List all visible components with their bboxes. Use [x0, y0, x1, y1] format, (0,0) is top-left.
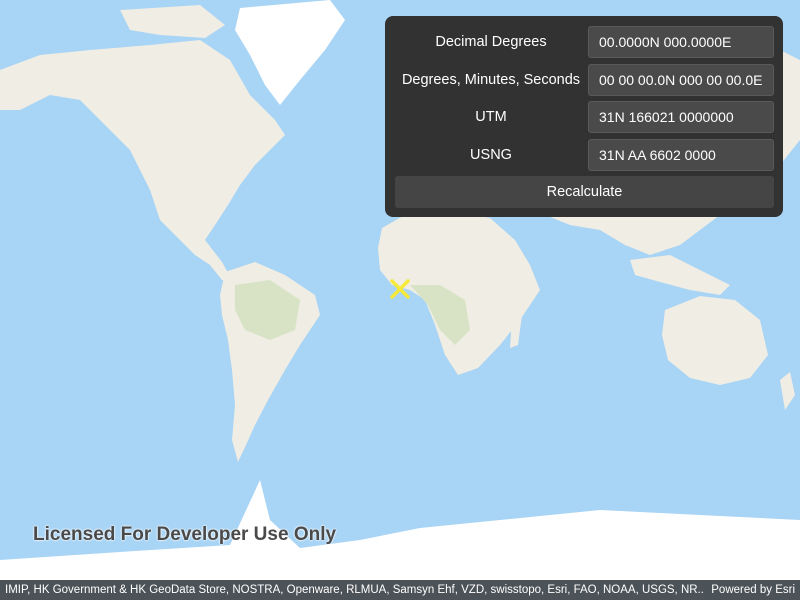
- attribution-text[interactable]: IMIP, HK Government & HK GeoData Store, …: [5, 584, 705, 596]
- usng-row: USNG 31N AA 6602 0000: [395, 139, 774, 171]
- dms-label: Degrees, Minutes, Seconds: [401, 72, 581, 88]
- decimal-degrees-field[interactable]: 00.0000N 000.0000E: [588, 26, 774, 58]
- developer-watermark: Licensed For Developer Use Only: [33, 524, 337, 545]
- decimal-degrees-row: Decimal Degrees 00.0000N 000.0000E: [395, 26, 774, 58]
- dms-row: Degrees, Minutes, Seconds 00 00 00.0N 00…: [395, 62, 774, 98]
- utm-label: UTM: [475, 109, 507, 125]
- dms-field[interactable]: 00 00 00.0N 000 00 00.0E: [588, 64, 774, 96]
- recalculate-button[interactable]: Recalculate: [395, 176, 774, 208]
- coordinate-conversion-panel: Decimal Degrees 00.0000N 000.0000E Degre…: [385, 16, 783, 217]
- powered-by-esri[interactable]: Powered by Esri: [711, 584, 795, 596]
- usng-label: USNG: [470, 147, 512, 163]
- usng-field[interactable]: 31N AA 6602 0000: [588, 139, 774, 171]
- attribution-bar: IMIP, HK Government & HK GeoData Store, …: [0, 580, 800, 600]
- utm-row: UTM 31N 166021 0000000: [395, 101, 774, 133]
- decimal-degrees-label: Decimal Degrees: [435, 34, 547, 50]
- utm-field[interactable]: 31N 166021 0000000: [588, 101, 774, 133]
